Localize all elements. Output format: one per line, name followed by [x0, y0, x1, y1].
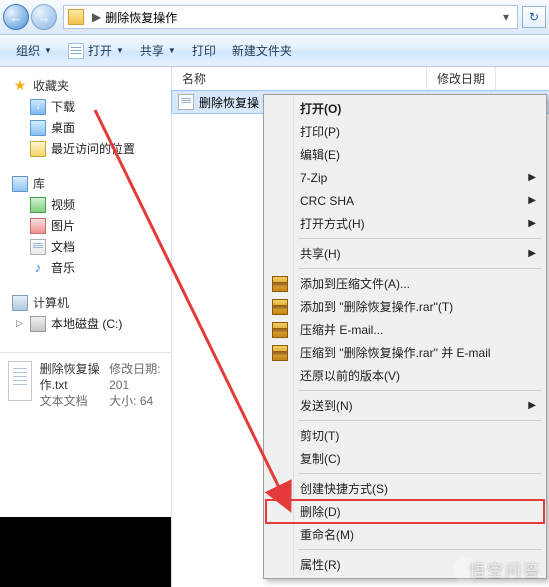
ctx-add-archive[interactable]: 添加到压缩文件(A)... — [266, 272, 544, 295]
star-icon: ★ — [12, 78, 28, 94]
textfile-icon — [178, 94, 194, 110]
caret-down-icon: ▼ — [116, 46, 124, 55]
preview-black-region — [0, 517, 171, 587]
sidebar-item-downloads[interactable]: 下载 — [12, 96, 167, 117]
ctx-edit[interactable]: 编辑(E) — [266, 143, 544, 166]
rar-icon — [272, 299, 288, 315]
document-icon — [30, 239, 46, 255]
ctx-crcsha[interactable]: CRC SHA▶ — [266, 189, 544, 212]
share-button[interactable]: 共享▼ — [132, 38, 184, 63]
submenu-arrow-icon: ▶ — [528, 400, 536, 411]
ctx-cut[interactable]: 剪切(T) — [266, 424, 544, 447]
submenu-arrow-icon: ▶ — [528, 172, 536, 183]
computer-icon — [12, 295, 28, 311]
ctx-openwith[interactable]: 打开方式(H)▶ — [266, 212, 544, 235]
submenu-arrow-icon: ▶ — [528, 218, 536, 229]
ctx-rename[interactable]: 重命名(M) — [266, 523, 544, 546]
desktop-icon — [30, 120, 46, 136]
details-filetype: 文本文档 — [40, 393, 103, 409]
breadcrumb-location: 删除恢复操作 — [105, 9, 177, 26]
ctx-delete[interactable]: 删除(D) — [266, 500, 544, 523]
organize-menu[interactable]: 组织▼ — [8, 38, 60, 63]
ctx-add-archive-named[interactable]: 添加到 "删除恢复操作.rar"(T) — [266, 295, 544, 318]
context-menu: 打开(O) 打印(P) 编辑(E) 7-Zip▶ CRC SHA▶ 打开方式(H… — [263, 94, 547, 579]
sidebar-item-documents[interactable]: 文档 — [12, 236, 167, 257]
file-name: 删除恢复操 — [199, 94, 259, 111]
column-name[interactable]: 名称 — [172, 67, 427, 90]
ctx-sendto[interactable]: 发送到(N)▶ — [266, 394, 544, 417]
document-icon — [68, 43, 84, 59]
print-button[interactable]: 打印 — [184, 38, 224, 63]
watermark-text: 悟空问答 — [469, 557, 541, 581]
sidebar-computer[interactable]: 计算机 — [12, 292, 167, 313]
toolbar: 组织▼ 打开▼ 共享▼ 打印 新建文件夹 — [0, 35, 549, 67]
ctx-share[interactable]: 共享(H)▶ — [266, 242, 544, 265]
rar-icon — [272, 276, 288, 292]
nav-bar: ← → ▶ 删除恢复操作 ▾ ↻ — [0, 0, 549, 35]
sidebar: ★ 收藏夹 下载 桌面 最近访问的位置 库 视频 图片 文档 ♪音乐 — [0, 67, 172, 587]
rar-icon — [272, 345, 288, 361]
ctx-7zip[interactable]: 7-Zip▶ — [266, 166, 544, 189]
open-button[interactable]: 打开▼ — [60, 38, 132, 63]
sidebar-libraries[interactable]: 库 — [12, 173, 167, 194]
file-thumbnail — [8, 361, 32, 401]
drive-icon — [30, 316, 46, 332]
ctx-restore-versions[interactable]: 还原以前的版本(V) — [266, 364, 544, 387]
column-date[interactable]: 修改日期 — [427, 67, 496, 90]
sidebar-favorites[interactable]: ★ 收藏夹 — [12, 75, 167, 96]
caret-down-icon: ▼ — [168, 46, 176, 55]
download-icon — [30, 99, 46, 115]
ctx-create-shortcut[interactable]: 创建快捷方式(S) — [266, 477, 544, 500]
sidebar-item-music[interactable]: ♪音乐 — [12, 257, 167, 278]
video-icon — [30, 197, 46, 213]
library-icon — [12, 176, 28, 192]
ctx-zip-email[interactable]: 压缩并 E-mail... — [266, 318, 544, 341]
sidebar-item-videos[interactable]: 视频 — [12, 194, 167, 215]
ctx-copy[interactable]: 复制(C) — [266, 447, 544, 470]
ctx-print[interactable]: 打印(P) — [266, 120, 544, 143]
picture-icon — [30, 218, 46, 234]
caret-down-icon: ▼ — [44, 46, 52, 55]
ctx-open[interactable]: 打开(O) — [266, 97, 544, 120]
sidebar-item-drive-c[interactable]: 本地磁盘 (C:) — [12, 313, 167, 334]
ctx-zip-email-named[interactable]: 压缩到 "删除恢复操作.rar" 并 E-mail — [266, 341, 544, 364]
breadcrumb-dropdown[interactable]: ▾ — [499, 10, 513, 24]
music-icon: ♪ — [30, 260, 46, 276]
breadcrumb[interactable]: ▶ 删除恢复操作 ▾ — [63, 5, 518, 29]
submenu-arrow-icon: ▶ — [528, 248, 536, 259]
submenu-arrow-icon: ▶ — [528, 195, 536, 206]
folder-icon — [68, 9, 84, 25]
chevron-right-icon: ▶ — [92, 10, 101, 24]
details-filename: 删除恢复操作.txt — [40, 361, 103, 393]
rar-icon — [272, 322, 288, 338]
sidebar-item-pictures[interactable]: 图片 — [12, 215, 167, 236]
column-headers: 名称 修改日期 — [172, 67, 549, 91]
refresh-button[interactable]: ↻ — [522, 6, 546, 28]
details-pane: 删除恢复操作.txt 文本文档 修改日期: 201 大小: 64 — [0, 352, 171, 417]
sidebar-item-recent[interactable]: 最近访问的位置 — [12, 138, 167, 159]
nav-back-button[interactable]: ← — [3, 4, 29, 30]
new-folder-button[interactable]: 新建文件夹 — [224, 38, 300, 63]
recent-icon — [30, 141, 46, 157]
nav-forward-button[interactable]: → — [31, 4, 57, 30]
sidebar-item-desktop[interactable]: 桌面 — [12, 117, 167, 138]
